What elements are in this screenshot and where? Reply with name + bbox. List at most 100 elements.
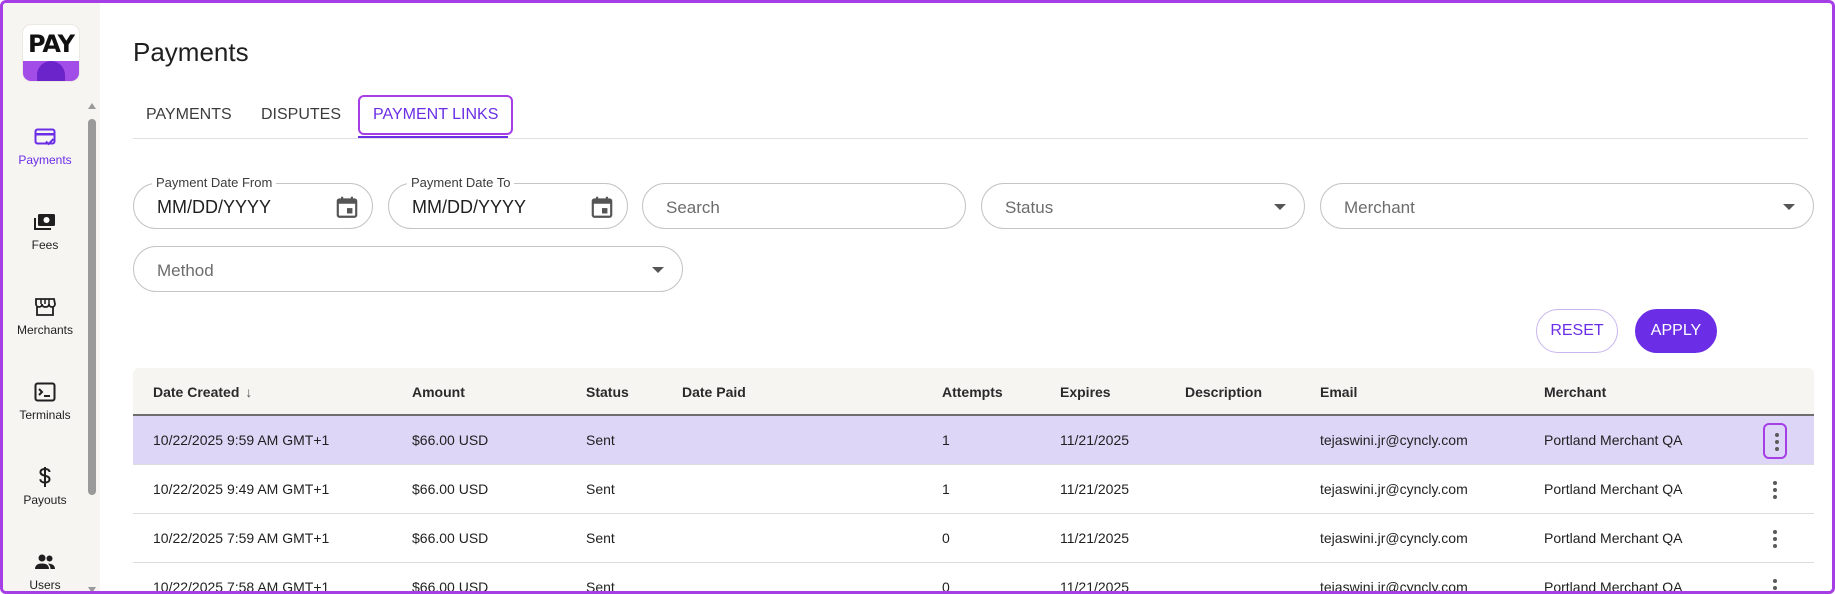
cell-merchant: Portland Merchant QA <box>1544 432 1683 448</box>
payment-date-from-field[interactable]: Payment Date From MM/DD/YYYY <box>133 175 373 229</box>
app-window: PAY Payments Fees Merchants Terminals Pa… <box>0 0 1835 594</box>
sidebar-scrollbar[interactable] <box>87 99 97 591</box>
column-header-email[interactable]: Email <box>1320 384 1357 400</box>
column-header-date-created[interactable]: Date Created ↓ <box>153 384 252 400</box>
search-input[interactable]: Search <box>642 183 966 229</box>
cell-amount: $66.00 USD <box>412 432 489 448</box>
arrow-down-icon[interactable]: ↓ <box>245 384 252 400</box>
sidebar-item-label: Fees <box>31 238 59 252</box>
row-actions-kebab-icon[interactable] <box>1763 423 1787 459</box>
sidebar-item-fees[interactable]: Fees <box>3 198 87 268</box>
scrollbar-thumb[interactable] <box>88 119 96 495</box>
storefront-icon <box>35 298 56 316</box>
main-content: Payments PAYMENTS DISPUTES PAYMENT LINKS… <box>100 3 1832 594</box>
table-row[interactable]: 10/22/2025 9:49 AM GMT+1 $66.00 USD Sent… <box>133 465 1814 514</box>
table-row[interactable]: 10/22/2025 7:58 AM GMT+1 $66.00 USD Sent… <box>133 563 1814 594</box>
cell-date-created: 10/22/2025 9:59 AM GMT+1 <box>153 432 330 448</box>
cell-merchant: Portland Merchant QA <box>1544 481 1683 497</box>
active-tab-indicator <box>358 136 508 138</box>
tab-disputes[interactable]: DISPUTES <box>248 95 354 135</box>
scroll-down-arrow-icon[interactable] <box>88 587 96 591</box>
method-select[interactable]: Method <box>133 246 683 292</box>
column-header-attempts[interactable]: Attempts <box>942 384 1003 400</box>
cell-date-created: 10/22/2025 7:58 AM GMT+1 <box>153 579 330 594</box>
cell-amount: $66.00 USD <box>412 481 489 497</box>
calendar-icon[interactable] <box>589 194 615 220</box>
search-placeholder: Search <box>666 198 720 217</box>
column-header-label: Date Created <box>153 384 240 400</box>
table-row[interactable]: 10/22/2025 9:59 AM GMT+1 $66.00 USD Sent… <box>133 416 1814 465</box>
cell-status: Sent <box>586 481 615 497</box>
chevron-down-icon <box>1274 204 1286 210</box>
cell-expires: 11/21/2025 <box>1060 579 1130 594</box>
row-actions-kebab-icon[interactable] <box>1763 521 1787 557</box>
cell-merchant: Portland Merchant QA <box>1544 530 1683 546</box>
sidebar-item-label: Users <box>29 578 61 592</box>
terminal-icon <box>34 382 56 402</box>
cell-date-created: 10/22/2025 7:59 AM GMT+1 <box>153 530 330 546</box>
column-header-merchant[interactable]: Merchant <box>1544 384 1606 400</box>
status-select[interactable]: Status <box>981 183 1305 229</box>
logo-graphic <box>23 61 79 81</box>
cell-expires: 11/21/2025 <box>1060 481 1130 497</box>
cell-merchant: Portland Merchant QA <box>1544 579 1683 594</box>
column-header-expires[interactable]: Expires <box>1060 384 1111 400</box>
column-header-date-paid[interactable]: Date Paid <box>682 384 746 400</box>
chevron-down-icon <box>1783 204 1795 210</box>
scroll-up-arrow-icon[interactable] <box>88 103 96 109</box>
table-row[interactable]: 10/22/2025 7:59 AM GMT+1 $66.00 USD Sent… <box>133 514 1814 563</box>
cell-date-created: 10/22/2025 9:49 AM GMT+1 <box>153 481 330 497</box>
cell-status: Sent <box>586 432 615 448</box>
app-logo[interactable]: PAY <box>23 25 79 81</box>
row-actions-kebab-icon[interactable] <box>1763 472 1787 508</box>
column-header-description[interactable]: Description <box>1185 384 1262 400</box>
cell-status: Sent <box>586 530 615 546</box>
tab-payments[interactable]: PAYMENTS <box>133 95 245 135</box>
cell-expires: 11/21/2025 <box>1060 432 1130 448</box>
sidebar-item-label: Merchants <box>16 323 74 337</box>
payment-date-from-value: MM/DD/YYYY <box>157 197 272 217</box>
sidebar-item-label: Terminals <box>19 408 71 422</box>
merchant-placeholder: Merchant <box>1344 198 1415 217</box>
chevron-down-icon <box>652 267 664 273</box>
sidebar-item-terminals[interactable]: Terminals <box>3 368 87 438</box>
dollar-icon <box>39 467 51 487</box>
cell-status: Sent <box>586 579 615 594</box>
payment-date-from-label: Payment Date From <box>152 175 277 190</box>
merchant-select[interactable]: Merchant <box>1320 183 1814 229</box>
sidebar-item-payments[interactable]: Payments <box>3 113 87 183</box>
payment-links-table: Date Created ↓ Amount Status Date Paid At… <box>133 368 1814 594</box>
column-header-status[interactable]: Status <box>586 384 629 400</box>
page-title: Payments <box>133 37 249 67</box>
reset-button[interactable]: RESET <box>1536 309 1618 353</box>
column-header-amount[interactable]: Amount <box>412 384 465 400</box>
cell-email: tejaswini.jr@cyncly.com <box>1320 530 1468 546</box>
apply-button[interactable]: APPLY <box>1635 309 1717 353</box>
tab-payment-links[interactable]: PAYMENT LINKS <box>358 95 514 135</box>
cell-email: tejaswini.jr@cyncly.com <box>1320 579 1468 594</box>
cell-email: tejaswini.jr@cyncly.com <box>1320 432 1468 448</box>
payment-date-to-field[interactable]: Payment Date To MM/DD/YYYY <box>388 175 628 229</box>
users-icon <box>35 554 55 569</box>
cell-amount: $66.00 USD <box>412 579 489 594</box>
sidebar-item-merchants[interactable]: Merchants <box>3 283 87 353</box>
card-check-icon <box>34 128 56 146</box>
sidebar-item-payouts[interactable]: Payouts <box>3 453 87 523</box>
payment-date-to-value: MM/DD/YYYY <box>412 197 527 217</box>
sidebar: PAY Payments Fees Merchants Terminals Pa… <box>3 3 100 592</box>
sidebar-item-label: Payouts <box>23 493 67 507</box>
table-header: Date Created ↓ Amount Status Date Paid At… <box>133 368 1814 416</box>
logo-text: PAY <box>27 30 75 58</box>
calendar-icon[interactable] <box>334 194 360 220</box>
sidebar-item-label: Payments <box>18 153 72 167</box>
payment-date-to-label: Payment Date To <box>407 175 515 190</box>
cell-attempts: 0 <box>942 579 950 594</box>
cell-amount: $66.00 USD <box>412 530 489 546</box>
sidebar-item-users[interactable]: Users <box>3 538 87 592</box>
status-placeholder: Status <box>1005 198 1054 217</box>
cell-attempts: 1 <box>942 481 950 497</box>
cell-expires: 11/21/2025 <box>1060 530 1130 546</box>
row-actions-kebab-icon[interactable] <box>1763 570 1787 591</box>
tab-bar: PAYMENTS DISPUTES PAYMENT LINKS <box>133 95 1808 139</box>
cash-icon <box>34 214 55 230</box>
